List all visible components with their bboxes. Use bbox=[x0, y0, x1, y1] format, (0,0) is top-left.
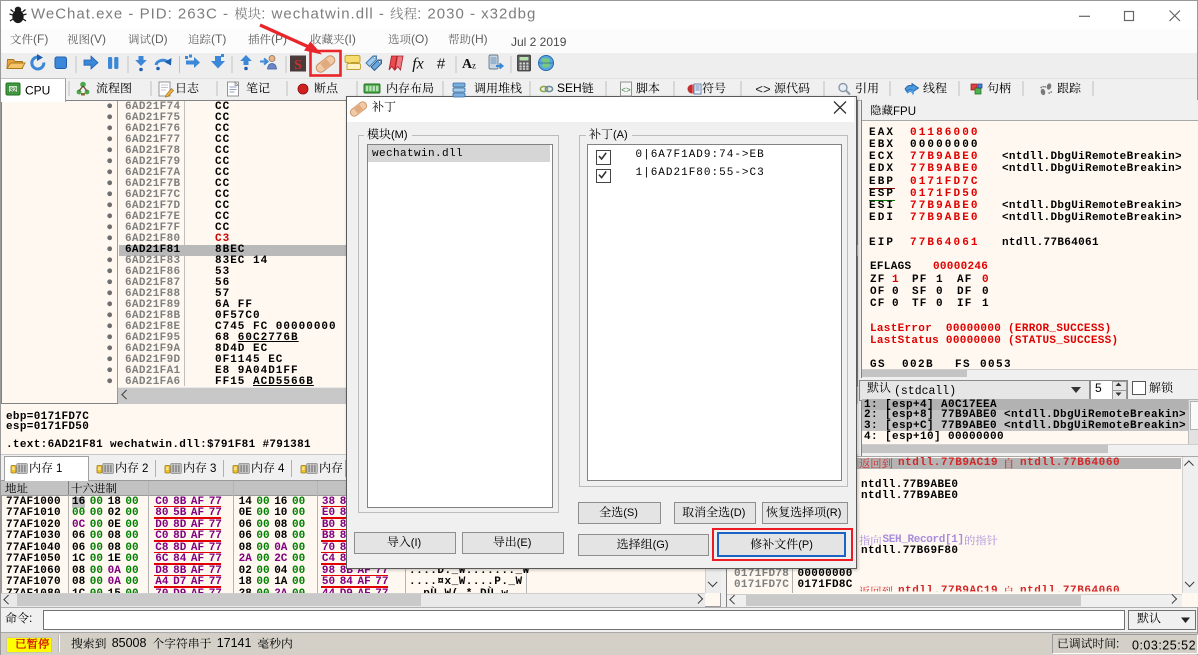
svg-text:2: 2 bbox=[142, 463, 148, 475]
svg-text:3: 3 bbox=[210, 463, 216, 475]
svg-text:4: 4 bbox=[278, 463, 285, 475]
